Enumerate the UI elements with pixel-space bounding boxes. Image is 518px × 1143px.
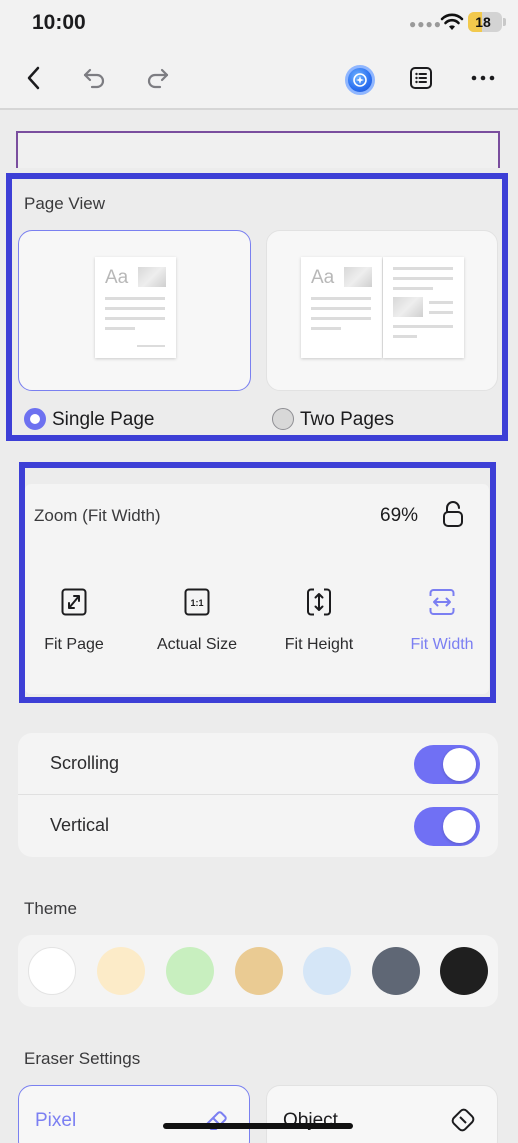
redo-icon <box>147 68 169 89</box>
back-button[interactable] <box>14 58 54 98</box>
battery-level: 18 <box>475 14 491 30</box>
more-icon <box>471 75 495 81</box>
theme-swatch-black[interactable] <box>440 947 488 995</box>
scroll-settings-card: Scrolling Vertical <box>18 733 498 857</box>
theme-swatch-cream[interactable] <box>97 947 145 995</box>
theme-swatch-tan[interactable] <box>235 947 283 995</box>
cellular-signal-icon: ●●●● <box>409 17 442 31</box>
eraser-icon <box>206 1111 227 1130</box>
theme-swatch-light-blue[interactable] <box>303 947 351 995</box>
list-icon <box>410 67 432 89</box>
home-indicator <box>163 1123 353 1129</box>
object-eraser-option[interactable]: Object <box>266 1085 498 1143</box>
object-eraser-icon <box>451 1108 475 1132</box>
zoom-highlight <box>19 462 496 703</box>
undo-button[interactable] <box>75 58 115 98</box>
status-time: 10:00 <box>32 11 86 34</box>
scrolling-toggle[interactable] <box>414 745 480 784</box>
wifi-icon <box>440 13 464 30</box>
vertical-label: Vertical <box>50 815 110 835</box>
theme-title: Theme <box>24 899 77 918</box>
page-view-highlight <box>6 173 508 441</box>
vertical-row: Vertical <box>18 795 498 857</box>
pixel-eraser-option[interactable]: Pixel <box>18 1085 250 1143</box>
theme-swatch-slate[interactable] <box>372 947 420 995</box>
theme-swatch-white[interactable] <box>28 947 76 995</box>
scrolling-row: Scrolling <box>18 733 498 795</box>
ai-assistant-button[interactable] <box>345 65 375 95</box>
more-button[interactable] <box>463 58 503 98</box>
ai-assistant-icon <box>353 73 367 87</box>
chevron-left-icon <box>27 66 40 90</box>
vertical-toggle[interactable] <box>414 807 480 846</box>
redo-button[interactable] <box>137 58 177 98</box>
battery-icon: 18 <box>468 12 506 32</box>
undo-icon <box>83 68 105 89</box>
eraser-settings-title: Eraser Settings <box>24 1049 141 1068</box>
status-bar: 10:00 ●●●● 18 <box>0 0 518 46</box>
toolbar <box>0 46 518 110</box>
theme-swatch-green[interactable] <box>166 947 214 995</box>
pixel-eraser-label: Pixel <box>35 1110 77 1131</box>
scrolling-label: Scrolling <box>50 753 120 773</box>
outline-list-button[interactable] <box>401 58 441 98</box>
